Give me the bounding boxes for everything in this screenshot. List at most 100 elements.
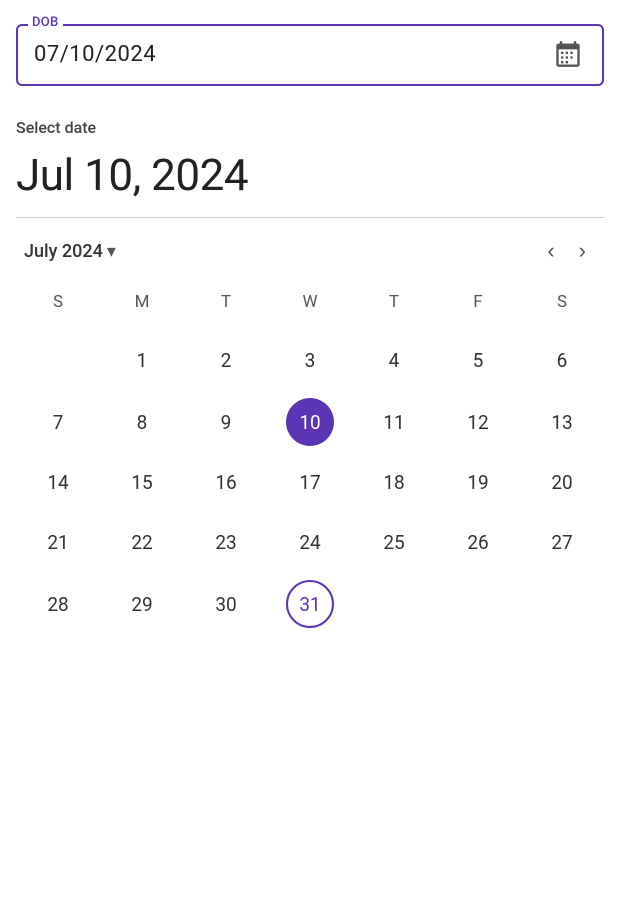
calendar-day-cell[interactable]: 8 xyxy=(100,392,184,452)
day-number[interactable]: 9 xyxy=(202,398,250,446)
calendar-week-row: 21 22 23 24 25 26 27 xyxy=(16,512,604,572)
day-number[interactable]: 12 xyxy=(454,398,502,446)
weekday-header: W xyxy=(268,284,352,328)
day-number[interactable]: 19 xyxy=(454,458,502,506)
day-number[interactable]: 26 xyxy=(454,518,502,566)
calendar-day-cell[interactable]: 30 xyxy=(184,572,268,636)
day-number[interactable]: 27 xyxy=(538,518,586,566)
day-number[interactable]: 25 xyxy=(370,518,418,566)
calendar-icon xyxy=(554,40,582,68)
dob-label: DOB xyxy=(28,15,63,30)
day-number[interactable]: 4 xyxy=(370,336,418,384)
day-number[interactable]: 13 xyxy=(538,398,586,446)
day-number[interactable]: 17 xyxy=(286,458,334,506)
calendar-day-cell[interactable]: 24 xyxy=(268,512,352,572)
weekday-header: S xyxy=(16,284,100,328)
day-number[interactable]: 6 xyxy=(538,336,586,384)
calendar-day-cell[interactable]: 6 xyxy=(520,328,604,392)
calendar-day-cell[interactable]: 31 xyxy=(268,572,352,636)
month-nav-left: July 2024 ▾ xyxy=(24,241,116,262)
weekday-header: T xyxy=(352,284,436,328)
day-number[interactable]: 8 xyxy=(118,398,166,446)
calendar-day-cell[interactable]: 18 xyxy=(352,452,436,512)
weekday-header: F xyxy=(436,284,520,328)
calendar-day-cell[interactable]: 28 xyxy=(16,572,100,636)
dob-field: DOB 07/10/2024 xyxy=(16,24,604,86)
day-number[interactable]: 28 xyxy=(34,580,82,628)
day-number[interactable]: 10 xyxy=(286,398,334,446)
nav-arrows: ‹ › xyxy=(537,234,596,268)
day-number[interactable]: 24 xyxy=(286,518,334,566)
calendar-day-cell[interactable]: 14 xyxy=(16,452,100,512)
weekday-header: T xyxy=(184,284,268,328)
calendar-day-cell[interactable]: 11 xyxy=(352,392,436,452)
prev-month-button[interactable]: ‹ xyxy=(537,234,564,268)
calendar-day-cell[interactable]: 19 xyxy=(436,452,520,512)
day-number[interactable]: 7 xyxy=(34,398,82,446)
calendar-day-cell[interactable]: 15 xyxy=(100,452,184,512)
calendar-day-cell[interactable]: 21 xyxy=(16,512,100,572)
day-number[interactable]: 31 xyxy=(286,580,334,628)
day-empty xyxy=(34,334,82,382)
day-number[interactable]: 29 xyxy=(118,580,166,628)
day-number[interactable]: 18 xyxy=(370,458,418,506)
calendar-week-row: 28 29 30 31 xyxy=(16,572,604,636)
calendar-day-cell[interactable]: 1 xyxy=(100,328,184,392)
select-date-label: Select date xyxy=(16,118,604,137)
calendar-day-cell[interactable]: 12 xyxy=(436,392,520,452)
day-number[interactable]: 2 xyxy=(202,336,250,384)
calendar-day-cell xyxy=(352,572,436,636)
weekday-header: S xyxy=(520,284,604,328)
calendar-week-row: 123456 xyxy=(16,328,604,392)
month-year-label: July 2024 xyxy=(24,241,103,262)
calendar-day-cell[interactable]: 27 xyxy=(520,512,604,572)
day-empty xyxy=(370,578,418,626)
day-number[interactable]: 16 xyxy=(202,458,250,506)
date-picker-panel: Select date Jul 10, 2024 July 2024 ▾ ‹ ›… xyxy=(16,118,604,636)
calendar-day-cell[interactable]: 25 xyxy=(352,512,436,572)
day-number[interactable]: 5 xyxy=(454,336,502,384)
calendar-day-cell[interactable]: 7 xyxy=(16,392,100,452)
calendar-day-cell[interactable]: 13 xyxy=(520,392,604,452)
calendar-day-cell[interactable]: 9 xyxy=(184,392,268,452)
day-number[interactable]: 30 xyxy=(202,580,250,628)
calendar-day-cell xyxy=(16,328,100,392)
calendar-day-cell[interactable]: 4 xyxy=(352,328,436,392)
date-divider xyxy=(16,217,604,218)
month-nav: July 2024 ▾ ‹ › xyxy=(16,234,604,268)
calendar-day-cell[interactable]: 3 xyxy=(268,328,352,392)
calendar-grid: SMTWTFS 12345678910111213141516171819202… xyxy=(16,284,604,636)
calendar-day-cell[interactable]: 5 xyxy=(436,328,520,392)
calendar-day-cell[interactable]: 10 xyxy=(268,392,352,452)
day-number[interactable]: 20 xyxy=(538,458,586,506)
dob-value: 07/10/2024 xyxy=(34,42,156,67)
day-number[interactable]: 15 xyxy=(118,458,166,506)
calendar-day-cell[interactable]: 22 xyxy=(100,512,184,572)
weekday-header-row: SMTWTFS xyxy=(16,284,604,328)
day-empty xyxy=(454,578,502,626)
calendar-day-cell xyxy=(520,572,604,636)
day-empty xyxy=(538,578,586,626)
weekday-header: M xyxy=(100,284,184,328)
month-year-dropdown-button[interactable]: ▾ xyxy=(107,241,116,262)
calendar-day-cell xyxy=(436,572,520,636)
day-number[interactable]: 22 xyxy=(118,518,166,566)
calendar-day-cell[interactable]: 29 xyxy=(100,572,184,636)
calendar-day-cell[interactable]: 23 xyxy=(184,512,268,572)
calendar-day-cell[interactable]: 20 xyxy=(520,452,604,512)
day-number[interactable]: 1 xyxy=(118,336,166,384)
calendar-week-row: 789 10 11 12 13 xyxy=(16,392,604,452)
day-number[interactable]: 23 xyxy=(202,518,250,566)
calendar-week-row: 14 15 16 17 18 19 20 xyxy=(16,452,604,512)
calendar-day-cell[interactable]: 2 xyxy=(184,328,268,392)
day-number[interactable]: 3 xyxy=(286,336,334,384)
calendar-toggle-button[interactable] xyxy=(550,36,586,72)
calendar-day-cell[interactable]: 26 xyxy=(436,512,520,572)
day-number[interactable]: 11 xyxy=(370,398,418,446)
calendar-day-cell[interactable]: 17 xyxy=(268,452,352,512)
day-number[interactable]: 14 xyxy=(34,458,82,506)
calendar-day-cell[interactable]: 16 xyxy=(184,452,268,512)
day-number[interactable]: 21 xyxy=(34,518,82,566)
selected-date-display: Jul 10, 2024 xyxy=(16,149,604,201)
next-month-button[interactable]: › xyxy=(569,234,596,268)
